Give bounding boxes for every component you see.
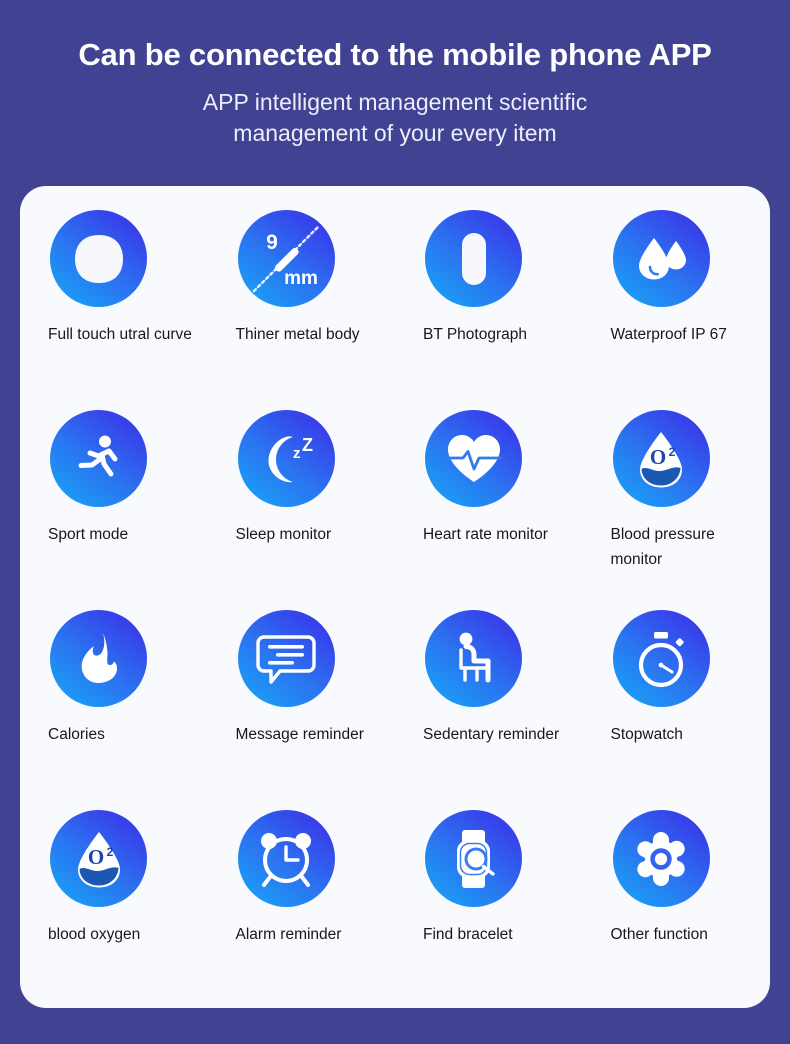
running-person-icon [78,435,117,476]
feature-label: BT Photograph [423,326,527,343]
feature-icon-badge [612,610,710,707]
moon-zzz-icon: z Z [268,435,313,482]
feature-item[interactable]: 9 mm Thiner metal body [208,198,396,398]
feature-item[interactable]: z Z Sleep monitor [208,398,396,598]
flame-icon [81,632,117,683]
oxygen-drop-icon: O 2 [77,831,120,887]
features-grid: Full touch utral curve 9 mm Thiner metal… [20,186,770,998]
feature-icon-badge [50,610,147,707]
svg-text:mm: mm [284,268,318,289]
feature-icon-badge [50,410,147,507]
feature-label: Message reminder [235,726,364,743]
svg-text:z: z [293,445,301,462]
subtitle-line-1: APP intelligent management scientific [202,89,588,116]
feature-item[interactable]: Full touch utral curve [20,198,208,398]
feature-item[interactable]: Message reminder [208,598,396,798]
svg-text:2: 2 [106,845,113,859]
feature-icon-badge: O 2 [50,810,147,907]
alarm-clock-icon [261,832,311,887]
svg-text:O: O [650,445,666,469]
feature-label: Calories [48,726,105,743]
oxygen-drop-icon: O 2 [640,431,682,487]
feature-item[interactable]: Stopwatch [583,598,771,798]
feature-icon-badge [425,410,522,507]
svg-text:Z: Z [302,435,313,455]
page-title: Can be connected to the mobile phone APP [78,37,712,72]
feature-item[interactable]: Calories [20,598,208,798]
feature-label: Other function [610,926,708,943]
stopwatch-icon [638,631,684,687]
page-subtitle: APP intelligent management scientific ma… [115,87,675,148]
capsule-shutter-icon [461,232,486,285]
feature-item[interactable]: Sedentary reminder [395,598,583,798]
feature-label: Stopwatch [610,726,683,743]
feature-icon-badge [425,610,522,707]
watch-search-icon [456,829,495,888]
heart-pulse-icon [446,434,501,482]
feature-item[interactable]: Find bracelet [395,798,583,998]
feature-icon-badge: 9 mm [237,210,335,307]
feature-item[interactable]: Sport mode [20,398,208,598]
feature-item[interactable]: O 2 blood oxygen [20,798,208,998]
feature-label: Sport mode [48,526,129,543]
feature-icon-badge [50,210,147,307]
speech-bubble-icon [256,634,316,684]
svg-text:2: 2 [669,445,676,459]
feature-item[interactable]: Waterproof IP 67 [583,198,771,398]
header: Can be connected to the mobile phone APP… [0,0,790,148]
feature-icon-badge [237,810,335,907]
gear-icon [637,831,685,886]
feature-item[interactable]: O 2 Blood pressure monitor [583,398,771,598]
feature-item[interactable]: Alarm reminder [208,798,396,998]
feature-label: Alarm reminder [235,926,342,943]
feature-item[interactable]: BT Photograph [395,198,583,398]
feature-item[interactable]: Other function [583,798,771,998]
feature-label: Blood pressure monitor [610,526,715,569]
svg-text:O: O [87,845,103,869]
feature-icon-badge [237,610,335,707]
feature-icon-badge [425,210,522,307]
feature-label: Heart rate monitor [423,526,548,543]
feature-infographic-page: Can be connected to the mobile phone APP… [0,0,790,1044]
feature-label: Sedentary reminder [423,726,560,743]
feature-label: Waterproof IP 67 [610,326,727,343]
feature-icon-badge: z Z [237,410,335,507]
feature-label: Full touch utral curve [48,326,192,343]
feature-item[interactable]: Heart rate monitor [395,398,583,598]
squircle-screen-icon [74,234,123,283]
feature-icon-badge: O 2 [612,410,710,507]
subtitle-line-2: management of your every item [233,119,557,146]
feature-label: Find bracelet [423,926,513,943]
feature-label: Thiner metal body [235,326,360,343]
feature-icon-badge [425,810,522,907]
thickness-ruler-icon: 9 mm [252,225,320,292]
feature-icon-badge [612,810,710,907]
seated-person-icon [458,632,490,682]
feature-label: Sleep monitor [235,526,332,543]
feature-icon-badge [612,210,710,307]
svg-text:9: 9 [266,231,278,254]
feature-label: blood oxygen [48,926,141,943]
features-card: Full touch utral curve 9 mm Thiner metal… [20,186,770,1008]
water-drops-icon [639,237,686,279]
